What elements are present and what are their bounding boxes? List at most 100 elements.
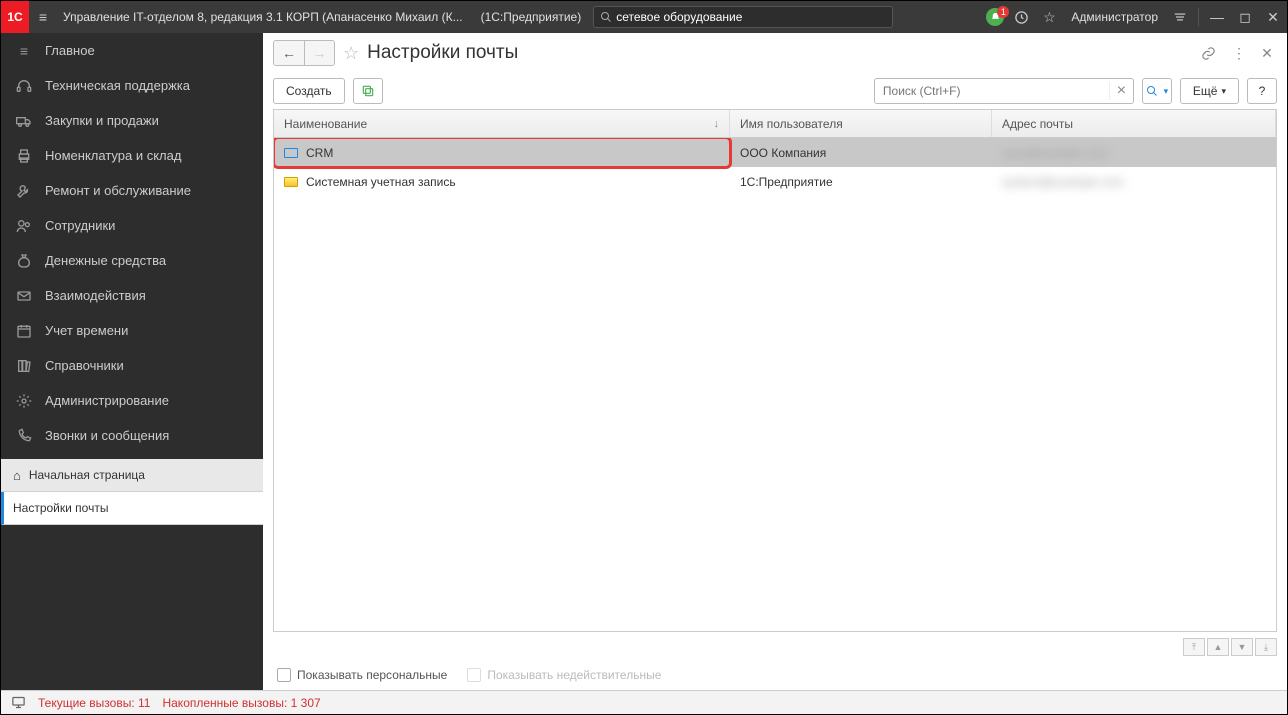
settings-lines-icon[interactable] <box>1166 10 1194 24</box>
help-button[interactable]: ? <box>1247 78 1277 104</box>
more-button[interactable]: Ещё▾ <box>1180 78 1239 104</box>
sidebar-item-label: Техническая поддержка <box>45 78 190 93</box>
sidebar-item-calls[interactable]: Звонки и сообщения <box>1 418 263 453</box>
sidebar-item-money[interactable]: Денежные средства <box>1 243 263 278</box>
page-first-button[interactable]: ⤒ <box>1183 638 1205 656</box>
global-search[interactable] <box>593 6 893 28</box>
cell-user: ООО Компания <box>730 138 992 167</box>
page-title: Настройки почты <box>367 42 518 64</box>
main-content: ← → ☆ Настройки почты ⋮ ✕ Создать × ▾ Ещ… <box>263 33 1287 690</box>
list-search[interactable]: × <box>874 78 1134 104</box>
sidebar-item-label: Взаимодействия <box>45 288 146 303</box>
favorite-toggle[interactable]: ☆ <box>343 43 359 64</box>
show-personal-checkbox[interactable]: Показывать персональные <box>277 668 447 682</box>
list-search-input[interactable] <box>875 84 1109 98</box>
cell-name: CRM <box>274 138 730 167</box>
link-icon[interactable] <box>1201 46 1221 61</box>
close-window-button[interactable]: ✕ <box>1259 9 1287 26</box>
create-button[interactable]: Создать <box>273 78 345 104</box>
sidebar-item-time[interactable]: Учет времени <box>1 313 263 348</box>
footer-options: Показывать персональные Показывать недей… <box>263 660 1287 690</box>
sidebar-item-label: Главное <box>45 43 95 58</box>
sidebar-item-label: Справочники <box>45 358 124 373</box>
toolbar: Создать × ▾ Ещё▾ ? <box>263 73 1287 109</box>
table-nav: ⤒ ▲ ▼ ⤓ <box>263 638 1287 660</box>
table-header: Наименование↓ Имя пользователя Адрес поч… <box>274 110 1276 138</box>
sidebar-item-warehouse[interactable]: Номенклатура и склад <box>1 138 263 173</box>
sidebar-item-admin[interactable]: Администрирование <box>1 383 263 418</box>
column-name[interactable]: Наименование↓ <box>274 110 730 137</box>
truck-icon <box>15 112 33 130</box>
tab-home[interactable]: ⌂Начальная страница <box>1 459 263 492</box>
sort-indicator-icon: ↓ <box>714 118 720 130</box>
global-search-input[interactable] <box>616 10 886 24</box>
moneybag-icon <box>15 252 33 270</box>
history-icon[interactable] <box>1007 10 1035 25</box>
sidebar-item-sales[interactable]: Закупки и продажи <box>1 103 263 138</box>
cell-email: system@example.com <box>992 167 1276 196</box>
headset-icon <box>15 77 33 95</box>
data-table: Наименование↓ Имя пользователя Адрес поч… <box>273 109 1277 632</box>
kebab-icon[interactable]: ⋮ <box>1229 45 1249 62</box>
mail-account-icon <box>284 148 298 158</box>
sidebar-item-interactions[interactable]: Взаимодействия <box>1 278 263 313</box>
copy-button[interactable] <box>353 78 383 104</box>
redacted-text: user@example.com <box>1002 146 1109 160</box>
page-up-button[interactable]: ▲ <box>1207 638 1229 656</box>
search-menu-button[interactable]: ▾ <box>1142 78 1172 104</box>
close-page-button[interactable]: ✕ <box>1257 45 1277 62</box>
status-current: Текущие вызовы: 11 <box>38 696 150 710</box>
status-accumulated: Накопленные вызовы: 1 307 <box>162 696 320 710</box>
home-icon: ⌂ <box>13 468 21 483</box>
status-bar: Текущие вызовы: 11 Накопленные вызовы: 1… <box>1 690 1287 714</box>
wrench-icon <box>15 182 33 200</box>
users-icon <box>15 217 33 235</box>
nav-forward-button[interactable]: → <box>304 41 334 65</box>
mail-account-icon <box>284 177 298 187</box>
table-body: CRM ООО Компания user@example.com Систем… <box>274 138 1276 631</box>
sidebar-item-support[interactable]: Техническая поддержка <box>1 68 263 103</box>
monitor-icon[interactable] <box>11 695 26 710</box>
page-header: ← → ☆ Настройки почты ⋮ ✕ <box>263 33 1287 73</box>
app-logo: 1C <box>1 1 29 33</box>
notifications-button[interactable]: 1 <box>983 8 1007 26</box>
sidebar-item-staff[interactable]: Сотрудники <box>1 208 263 243</box>
gear-icon <box>15 392 33 410</box>
menu-icon: ≡ <box>15 42 33 60</box>
phone-icon <box>15 427 33 445</box>
sidebar-item-main[interactable]: ≡ Главное <box>1 33 263 68</box>
calendar-icon <box>15 322 33 340</box>
search-clear-button[interactable]: × <box>1109 82 1133 100</box>
app-title: Управление IT-отделом 8, редакция 3.1 КО… <box>57 10 469 24</box>
page-down-button[interactable]: ▼ <box>1231 638 1253 656</box>
sidebar-item-catalogs[interactable]: Справочники <box>1 348 263 383</box>
user-role[interactable]: Администратор <box>1063 10 1166 24</box>
table-row[interactable]: CRM ООО Компания user@example.com <box>274 138 1276 167</box>
maximize-button[interactable]: ◻ <box>1231 9 1259 26</box>
favorite-icon[interactable]: ☆ <box>1035 9 1063 26</box>
sidebar-item-label: Номенклатура и склад <box>45 148 181 163</box>
nav-back-button[interactable]: ← <box>274 41 304 65</box>
column-user[interactable]: Имя пользователя <box>730 110 992 137</box>
search-icon <box>600 11 612 23</box>
table-row[interactable]: Системная учетная запись 1С:Предприятие … <box>274 167 1276 196</box>
page-last-button[interactable]: ⤓ <box>1255 638 1277 656</box>
sidebar-item-repair[interactable]: Ремонт и обслуживание <box>1 173 263 208</box>
tab-mail-settings[interactable]: Настройки почты <box>1 492 263 525</box>
tab-label: Настройки почты <box>13 501 108 515</box>
sidebar-item-label: Администрирование <box>45 393 169 408</box>
hamburger-icon[interactable]: ≡ <box>29 9 57 25</box>
cell-email: user@example.com <box>992 138 1276 167</box>
row-highlight <box>274 138 732 169</box>
sidebar-item-label: Сотрудники <box>45 218 115 233</box>
books-icon <box>15 357 33 375</box>
sidebar-item-label: Учет времени <box>45 323 128 338</box>
minimize-button[interactable]: — <box>1203 9 1231 25</box>
redacted-text: system@example.com <box>1002 175 1124 189</box>
titlebar: 1C ≡ Управление IT-отделом 8, редакция 3… <box>1 1 1287 33</box>
cell-user: 1С:Предприятие <box>730 167 992 196</box>
column-email[interactable]: Адрес почты <box>992 110 1276 137</box>
cell-name: Системная учетная запись <box>274 167 730 196</box>
printer-icon <box>15 147 33 165</box>
sidebar-item-label: Звонки и сообщения <box>45 428 169 443</box>
